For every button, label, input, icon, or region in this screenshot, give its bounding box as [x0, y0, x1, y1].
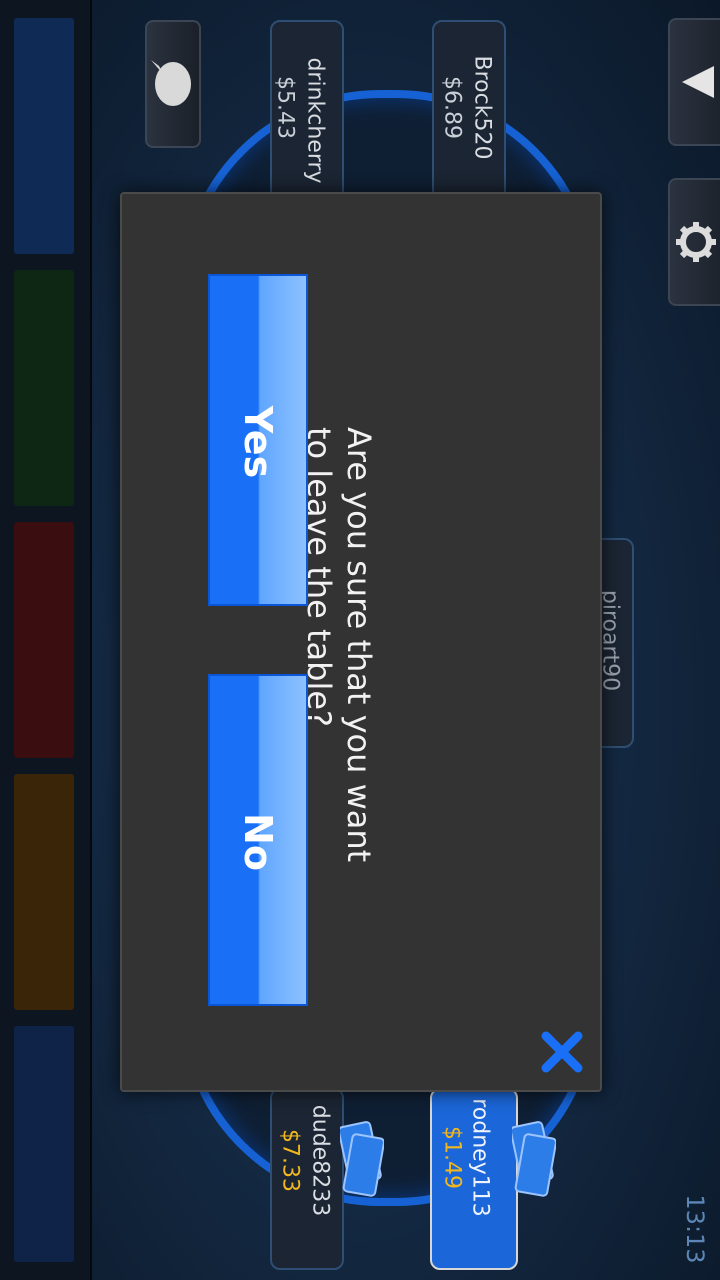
- close-x-icon[interactable]: [540, 1030, 584, 1074]
- seat-stack: $1.49: [439, 1126, 465, 1189]
- action-slot-5[interactable]: [14, 1026, 74, 1262]
- seat-stack: $6.89: [439, 76, 465, 139]
- seat-name: dude8233: [307, 1104, 333, 1217]
- seat-stack: $5.43: [272, 76, 298, 139]
- seat-stack: $7.33: [277, 1129, 303, 1192]
- clock: 13:13: [681, 1194, 709, 1264]
- yes-button-label: Yes: [236, 405, 280, 479]
- settings-button[interactable]: [668, 178, 720, 306]
- menu-button[interactable]: [668, 18, 720, 146]
- seat-name: drinkcherry: [302, 57, 328, 184]
- gear-icon: [676, 222, 716, 262]
- action-slot-3[interactable]: [14, 522, 74, 758]
- leave-table-dialog: Are you sure that you want to leave the …: [120, 192, 602, 1092]
- action-slot-2[interactable]: [14, 270, 74, 506]
- no-button[interactable]: No: [208, 674, 308, 1006]
- no-button-label: No: [236, 813, 280, 871]
- card-back-icon: [340, 1121, 384, 1197]
- action-slot-1[interactable]: [14, 18, 74, 254]
- chat-button[interactable]: [145, 20, 201, 148]
- seat-name: Brock520: [469, 55, 495, 160]
- action-slot-4[interactable]: [14, 774, 74, 1010]
- seat-name: rodney113: [467, 1098, 493, 1217]
- card-back-icon: [512, 1121, 556, 1197]
- action-bar: [0, 0, 92, 1280]
- triangle-menu-icon: [682, 66, 714, 98]
- yes-button[interactable]: Yes: [208, 274, 308, 606]
- chat-bubble-icon: [151, 60, 191, 106]
- dialog-message-line1: Are you sure that you want: [340, 427, 378, 863]
